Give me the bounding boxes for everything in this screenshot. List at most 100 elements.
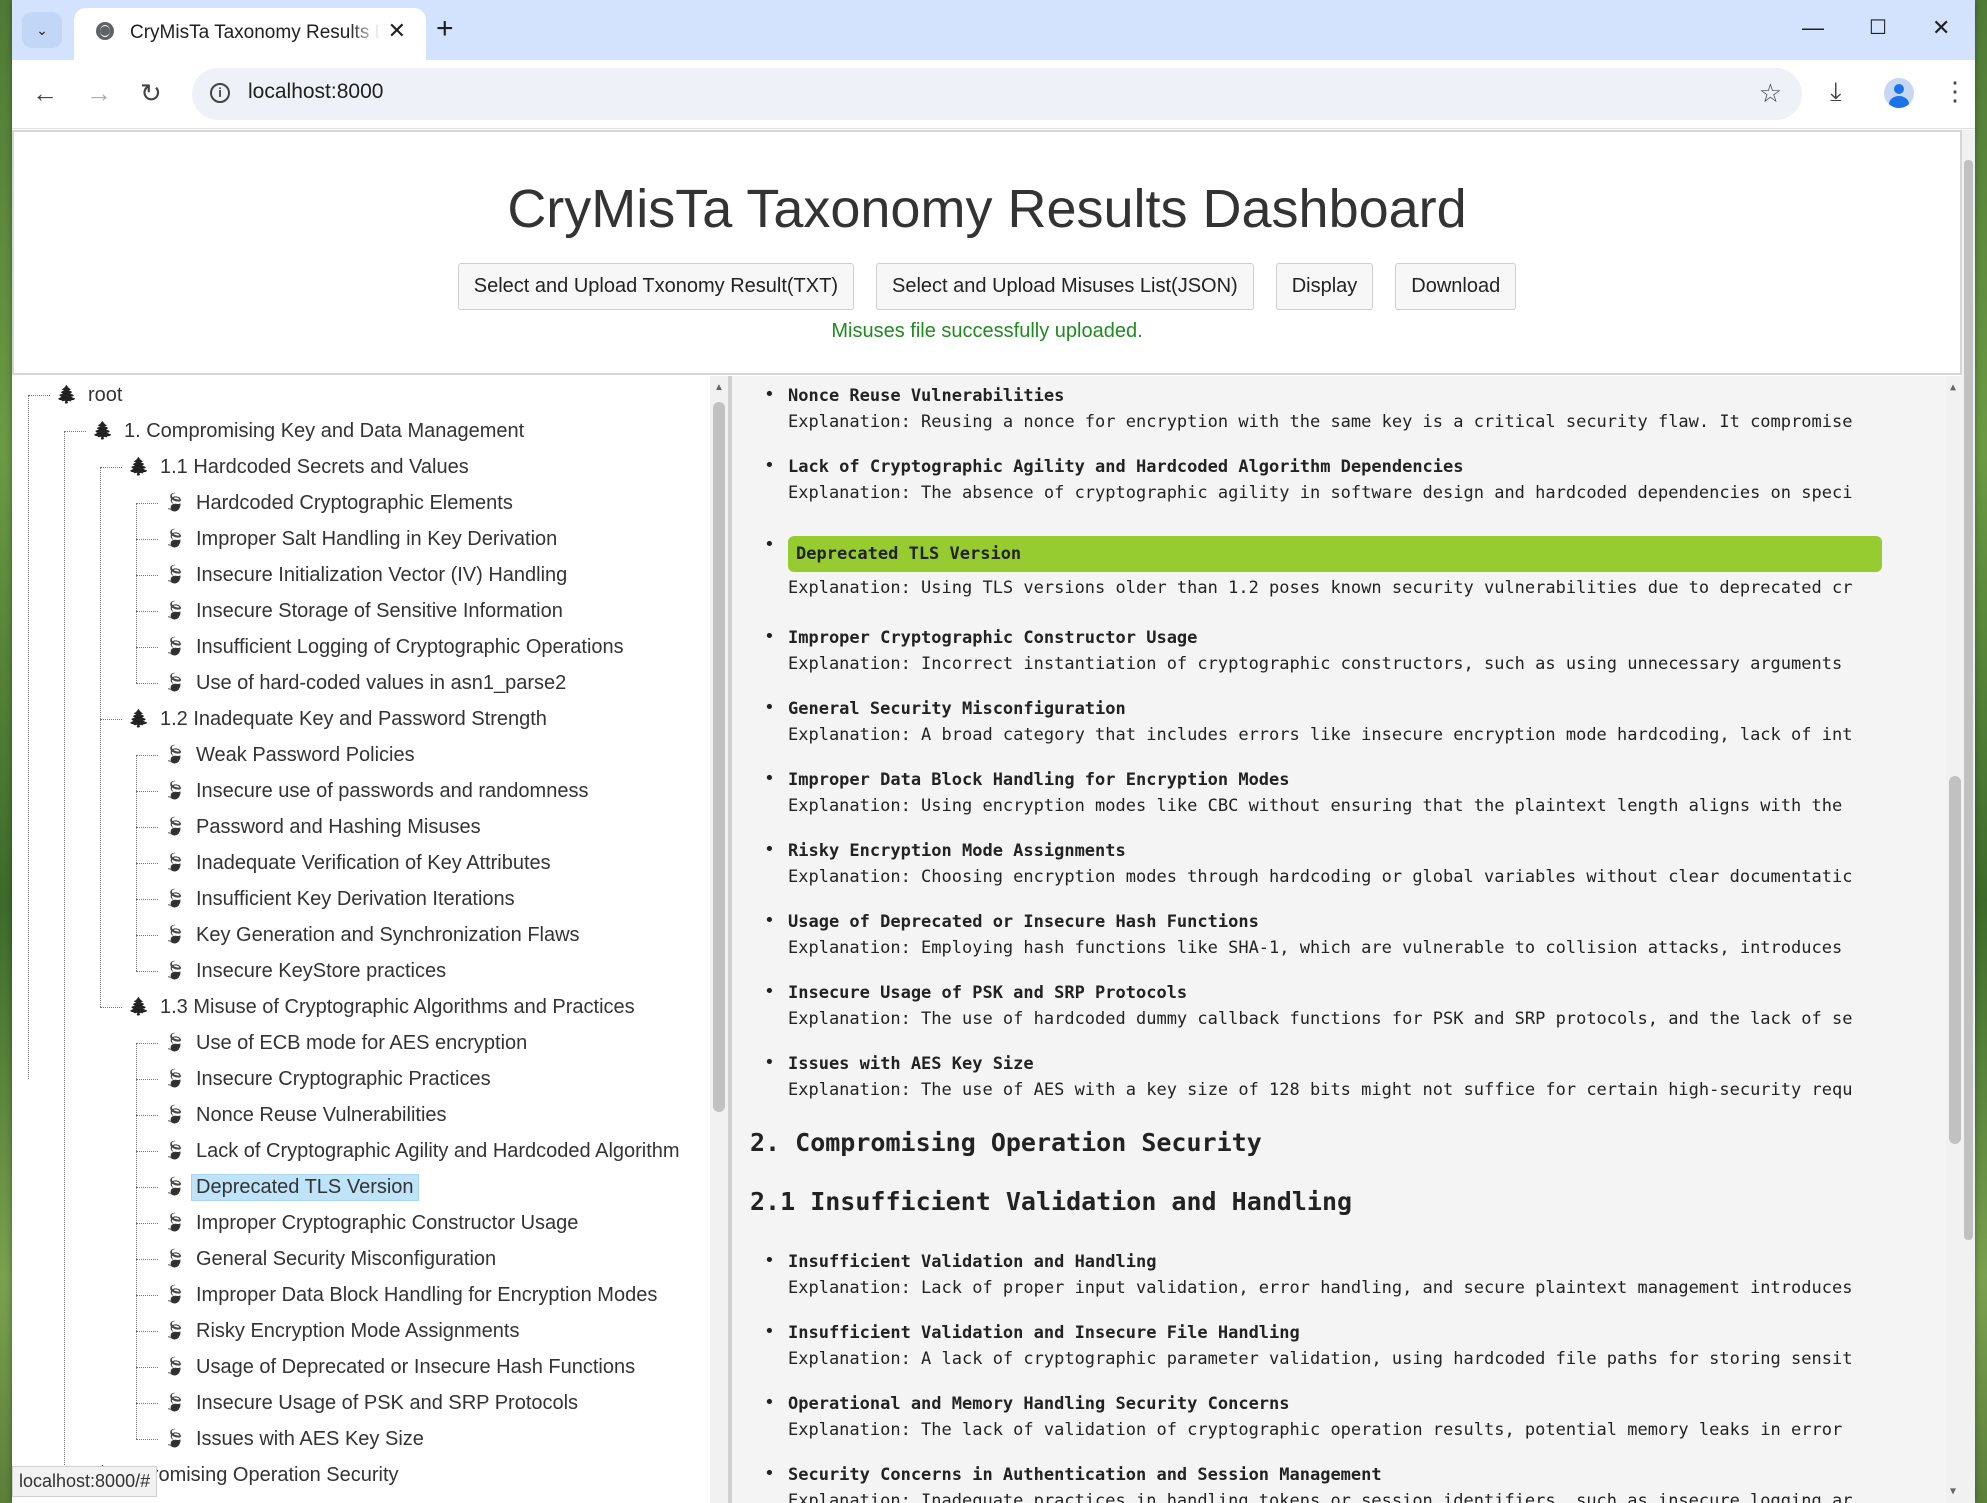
page-title: CryMisTa Taxonomy Results Dashboard (507, 179, 1467, 239)
tree-leaf-item[interactable]: 🍃 Insecure KeyStore practices (162, 954, 446, 988)
page-scrollbar[interactable] (1962, 130, 1975, 1503)
bookmark-star-icon[interactable]: ☆ (1759, 78, 1782, 109)
leaf-icon: 🍃 (164, 637, 186, 656)
upload-misuses-button[interactable]: Select and Upload Misuses List(JSON) (876, 263, 1254, 310)
download-icon[interactable]: ⤓ (1830, 76, 1842, 106)
scroll-down-icon[interactable]: ▼ (1950, 1486, 1956, 1497)
tree-leaf-item[interactable]: 🍃 Key Generation and Synchronization Flaw… (162, 918, 579, 952)
tree-branch-item[interactable]: 🌲 1.2 Inadequate Key and Password Strengt… (126, 702, 547, 736)
address-bar[interactable]: i localhost:8000 ☆ (192, 68, 1802, 120)
leaf-icon: 🍃 (164, 889, 186, 908)
leaf-icon: 🍃 (164, 565, 186, 584)
tree-leaf-item[interactable]: 🍃 Improper Cryptographic Constructor Usag… (162, 1206, 578, 1240)
tree-icon: 🌲 (128, 997, 150, 1016)
tree-connector (136, 1439, 158, 1440)
info-icon[interactable]: i (210, 83, 230, 103)
scroll-up-icon[interactable]: ▲ (1950, 382, 1956, 393)
tree-leaf-item[interactable]: 🍃 Lack of Cryptographic Agility and Hardc… (162, 1134, 679, 1168)
download-button[interactable]: Download (1395, 263, 1517, 310)
tree-leaf-item[interactable]: 🍃 Inadequate Verification of Key Attribut… (162, 846, 550, 880)
misuse-explanation: Explanation: A broad category that inclu… (788, 725, 1853, 745)
misuse-title: General Security Misconfiguration (788, 699, 1126, 719)
tree-item-label: Issues with AES Key Size (196, 1427, 424, 1450)
upload-taxonomy-button[interactable]: Select and Upload Txonomy Result(TXT) (457, 263, 854, 310)
tree-connector (100, 1007, 122, 1008)
leaf-icon: 🍃 (164, 1069, 186, 1088)
tree-leaf-item[interactable]: 🍃 Improper Salt Handling in Key Derivatio… (162, 522, 557, 556)
leaf-icon: 🍃 (164, 1393, 186, 1412)
new-tab-icon[interactable]: + (436, 14, 454, 44)
forward-icon[interactable]: → (86, 78, 112, 108)
tree-leaf-item[interactable]: 🍃 Hardcoded Cryptographic Elements (162, 486, 513, 520)
misuse-entry: Usage of Deprecated or Insecure Hash Fun… (764, 910, 1948, 958)
misuse-entry: General Security Misconfiguration Explana… (764, 697, 1948, 745)
close-tab-icon[interactable]: ✕ (388, 20, 406, 42)
maximize-icon[interactable]: ☐ (1869, 14, 1887, 42)
tree-leaf-item[interactable]: 🍃 Usage of Deprecated or Insecure Hash Fu… (162, 1350, 635, 1384)
tree-leaf-item[interactable]: 🍃 Issues with AES Key Size (162, 1422, 424, 1456)
tree-connector (136, 575, 158, 576)
tree-leaf-item[interactable]: 🍃 Deprecated TLS Version (162, 1170, 419, 1204)
tree-item-label: Insecure Cryptographic Practices (196, 1067, 491, 1090)
tree-leaf-item[interactable]: 🍃 Insufficient Logging of Cryptographic O… (162, 630, 623, 664)
tree-connector (136, 647, 158, 648)
tab-search-button[interactable]: ⌄ (22, 12, 62, 48)
dashboard-header: CryMisTa Taxonomy Results Dashboard Sele… (12, 130, 1962, 375)
tree-connector (136, 503, 158, 504)
close-window-icon[interactable]: ✕ (1932, 14, 1950, 42)
tree-connector (100, 467, 122, 468)
display-button[interactable]: Display (1275, 263, 1374, 310)
tree-leaf-item[interactable]: 🍃 Risky Encryption Mode Assignments (162, 1314, 519, 1348)
tree-leaf-item[interactable]: 🍃 Use of hard-coded values in asn1_parse2 (162, 666, 566, 700)
reload-icon[interactable]: ↻ (140, 78, 162, 108)
tree-scrollbar[interactable]: ▲ (710, 376, 728, 1503)
globe-icon (96, 22, 114, 40)
tree-leaf-item[interactable]: 🍃 Insecure Cryptographic Practices (162, 1062, 491, 1096)
tree-connector (136, 1151, 158, 1152)
misuse-explanation: Explanation: The use of AES with a key s… (788, 1080, 1853, 1100)
browser-tab[interactable]: CryMisTa Taxonomy Results Dashboard ✕ (74, 8, 426, 60)
scroll-up-icon[interactable]: ▲ (714, 382, 724, 393)
tree-connector (136, 1043, 158, 1044)
minimize-icon[interactable]: — (1802, 14, 1824, 42)
tree-leaf-item[interactable]: 🍃 Password and Hashing Misuses (162, 810, 480, 844)
tree-icon: 🌲 (128, 709, 150, 728)
tree-item-label: Usage of Deprecated or Insecure Hash Fun… (196, 1355, 636, 1378)
tree-leaf-item[interactable]: 🍃 Insecure Storage of Sensitive Informati… (162, 594, 562, 628)
tree-item-label: Hardcoded Cryptographic Elements (196, 491, 513, 514)
misuse-explanation: Explanation: The absence of cryptographi… (788, 483, 1853, 503)
tree-item-label: root (88, 383, 123, 406)
tree-item-label: Insufficient Key Derivation Iterations (196, 887, 515, 910)
tree-leaf-item[interactable]: 🍃 Nonce Reuse Vulnerabilities (162, 1098, 446, 1132)
tree-leaf-item[interactable]: 🍃 General Security Misconfiguration (162, 1242, 496, 1276)
tree-branch-item[interactable]: 🌲 1.3 Misuse of Cryptographic Algorithms … (126, 990, 634, 1024)
tree-leaf-item[interactable]: 🍃 Insecure Initialization Vector (IV) Han… (162, 558, 567, 592)
page-scroll-thumb[interactable] (1964, 160, 1973, 1240)
tree-branch-item[interactable]: 🌲 root (54, 378, 122, 412)
tree-branch-item[interactable]: 🌲 1. Compromising Key and Data Management (90, 414, 524, 448)
tree-leaf-item[interactable]: 🍃 Insecure use of passwords and randomnes… (162, 774, 588, 808)
profile-avatar-icon[interactable] (1884, 78, 1914, 108)
tree-leaf-item[interactable]: 🍃 Insufficient Key Derivation Iterations (162, 882, 515, 916)
tree-connector (136, 1367, 158, 1368)
more-menu-icon[interactable]: ⋮ (1942, 76, 1968, 106)
leaf-icon: 🍃 (164, 1249, 186, 1268)
tree-leaf-item[interactable]: 🍃 Use of ECB mode for AES encryption (162, 1026, 527, 1060)
tree-connector (136, 1331, 158, 1332)
leaf-icon: 🍃 (164, 1105, 186, 1124)
tree-connector (64, 431, 86, 432)
status-bar-url: localhost:8000/# (12, 1466, 158, 1497)
tree-leaf-item[interactable]: 🍃 Insecure Usage of PSK and SRP Protocols (162, 1386, 578, 1420)
tree-leaf-item[interactable]: 🍃 Improper Data Block Handling for Encryp… (162, 1278, 657, 1312)
leaf-icon: 🍃 (164, 1141, 186, 1160)
tree-branch-item[interactable]: 🌲 1.1 Hardcoded Secrets and Values (126, 450, 468, 484)
content-scroll-thumb[interactable] (1949, 776, 1961, 1144)
back-icon[interactable]: ← (32, 78, 58, 108)
leaf-icon: 🍃 (164, 1285, 186, 1304)
url-text: localhost:8000 (248, 80, 384, 103)
misuse-entry: Risky Encryption Mode Assignments Explana… (764, 839, 1948, 887)
tree-leaf-item[interactable]: 🍃 Weak Password Policies (162, 738, 414, 772)
tree-scroll-thumb[interactable] (713, 402, 725, 1112)
tree-connector (136, 935, 158, 936)
tree-item-label: Deprecated TLS Version (191, 1173, 419, 1201)
